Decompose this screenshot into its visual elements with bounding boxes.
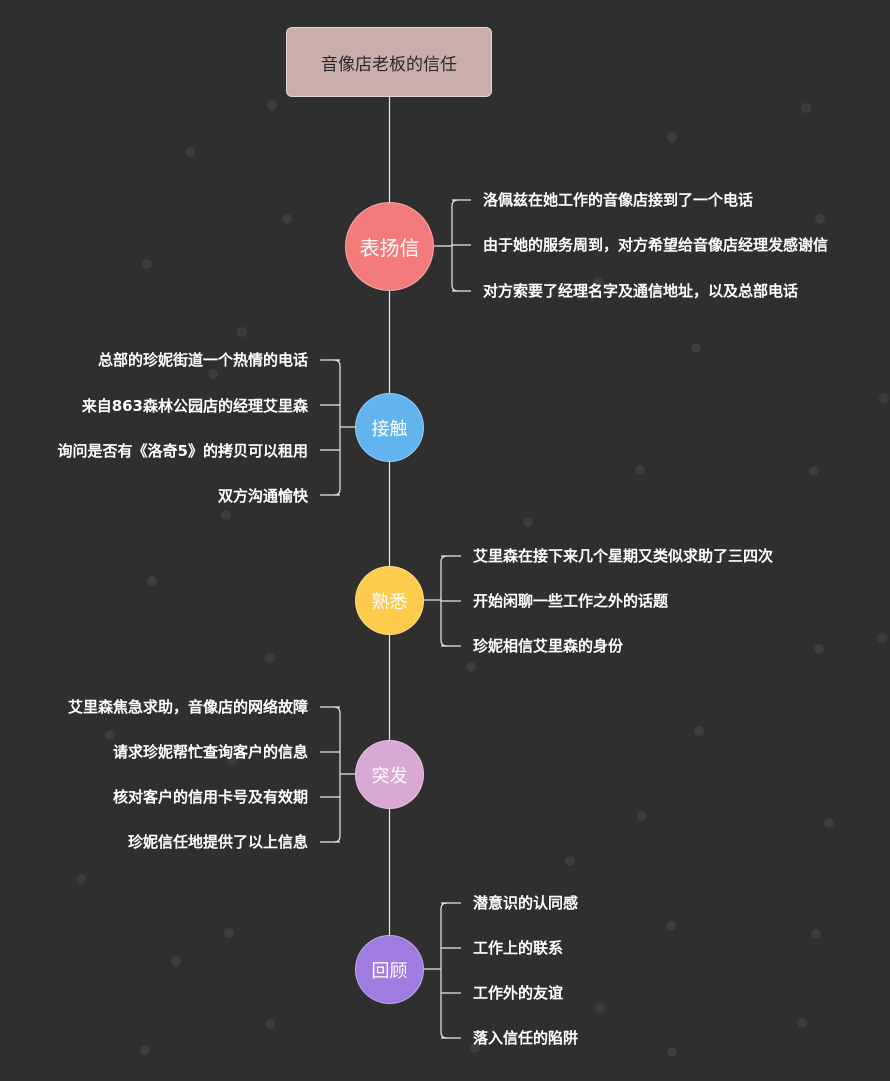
leaf-topic[interactable]: 艾里森在接下来几个星期又类似求助了三四次 — [473, 546, 773, 566]
leaf-topic[interactable]: 总部的珍妮街道一个热情的电话 — [98, 350, 308, 370]
leaf-topic[interactable]: 询问是否有《洛奇5》的拷贝可以租用 — [58, 441, 308, 461]
leaf-topic[interactable]: 潜意识的认同感 — [473, 893, 578, 913]
bracket-4-spine — [440, 902, 448, 1039]
branch-node-label: 熟悉 — [371, 591, 408, 613]
leaf-topic[interactable]: 开始闲聊一些工作之外的话题 — [473, 591, 668, 611]
branch-node-sudden[interactable]: 突发 — [355, 740, 424, 809]
branch-node-review[interactable]: 回顾 — [355, 935, 424, 1004]
bracket-1-spine — [333, 359, 341, 496]
branch-node-label: 接触 — [371, 418, 408, 440]
connector-lines — [320, 97, 471, 1039]
root-topic[interactable]: 音像店老板的信任 — [286, 27, 492, 97]
leaf-topic[interactable]: 珍妮相信艾里森的身份 — [473, 636, 623, 656]
branch-node-label: 回顾 — [371, 960, 408, 982]
branch-node-familiar[interactable]: 熟悉 — [355, 566, 424, 635]
leaf-topic[interactable]: 工作外的友谊 — [473, 983, 563, 1003]
leaf-topic[interactable]: 来自863森林公园店的经理艾里森 — [82, 396, 308, 416]
leaf-topic[interactable]: 珍妮信任地提供了以上信息 — [128, 832, 308, 852]
leaf-topic[interactable]: 由于她的服务周到，对方希望给音像店经理发感谢信 — [483, 235, 828, 255]
leaf-topic[interactable]: 艾里森焦急求助，音像店的网络故障 — [68, 697, 308, 717]
bracket-3-spine — [333, 706, 341, 843]
leaf-topic[interactable]: 对方索要了经理名字及通信地址，以及总部电话 — [483, 281, 798, 301]
leaf-topic[interactable]: 工作上的联系 — [473, 938, 563, 958]
leaf-topic[interactable]: 请求珍妮帮忙查询客户的信息 — [113, 742, 308, 762]
leaf-topic[interactable]: 落入信任的陷阱 — [473, 1028, 578, 1048]
branch-node-contact[interactable]: 接触 — [355, 393, 424, 462]
branch-node-label: 突发 — [371, 765, 408, 787]
leaf-topic[interactable]: 双方沟通愉快 — [218, 486, 308, 506]
root-topic-label: 音像店老板的信任 — [321, 54, 457, 75]
mind-map-canvas: 音像店老板的信任 表扬信 接触 熟悉 突发 回顾 洛佩兹在她工作的音像店接到了一… — [0, 0, 890, 1081]
branch-node-label: 表扬信 — [359, 236, 420, 260]
branch-node-praise-letter[interactable]: 表扬信 — [345, 202, 434, 291]
leaf-topic[interactable]: 洛佩兹在她工作的音像店接到了一个电话 — [483, 190, 753, 210]
leaf-topic[interactable]: 核对客户的信用卡号及有效期 — [113, 787, 308, 807]
